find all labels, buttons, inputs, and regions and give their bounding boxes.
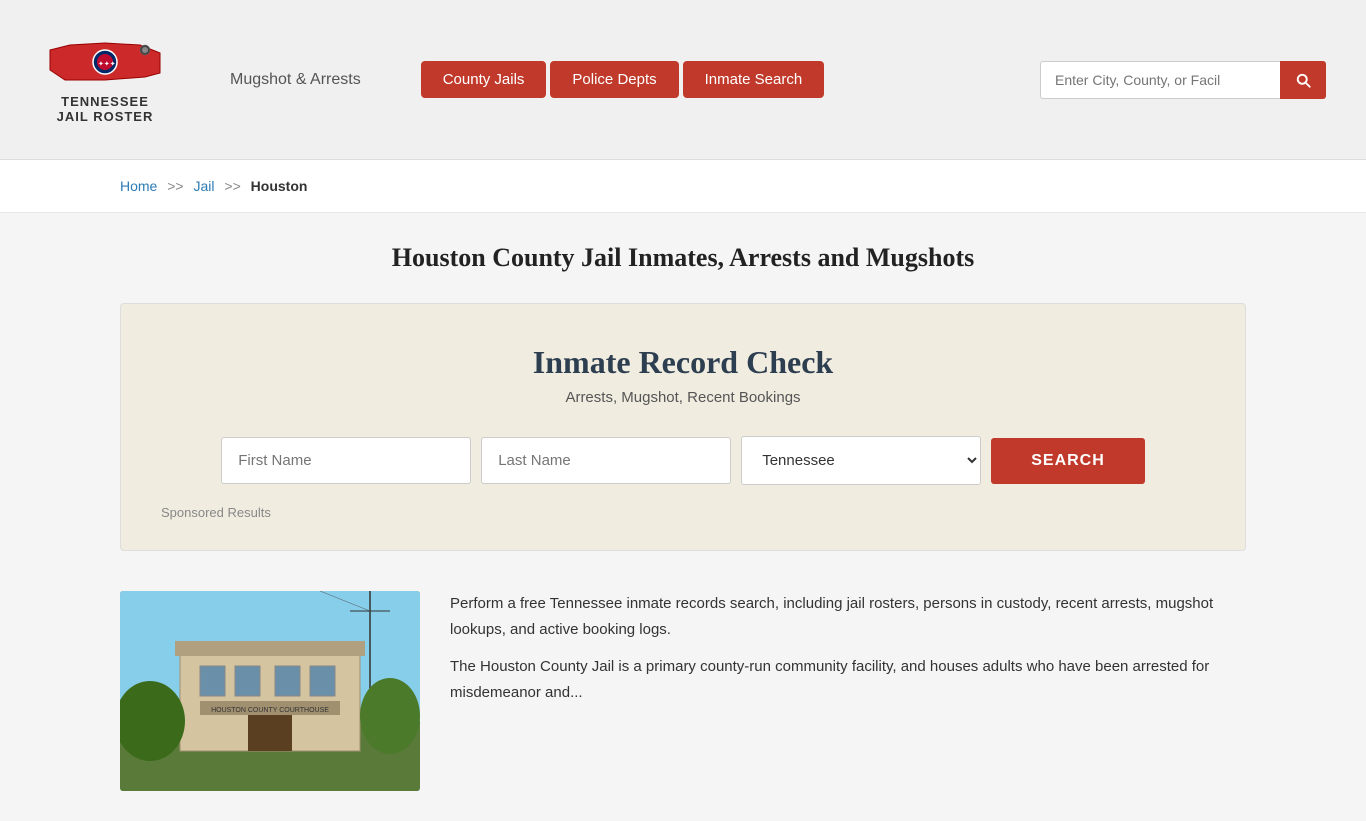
breadcrumb-sep2: >> (224, 178, 240, 194)
record-check-title: Inmate Record Check (161, 344, 1205, 381)
breadcrumb-sep1: >> (167, 178, 183, 194)
county-jails-button[interactable]: County Jails (421, 61, 547, 98)
logo-text: TENNESSEE JAIL ROSTER (57, 94, 154, 124)
header-search-input[interactable] (1040, 61, 1280, 99)
breadcrumb-jail-link[interactable]: Jail (194, 178, 215, 194)
breadcrumb-current: Houston (251, 178, 308, 194)
record-check-subtitle: Arrests, Mugshot, Recent Bookings (161, 389, 1205, 406)
police-depts-button[interactable]: Police Depts (550, 61, 678, 98)
info-text: Perform a free Tennessee inmate records … (450, 591, 1246, 717)
record-check-form: Tennessee Alabama Georgia Kentucky SEARC… (161, 436, 1205, 485)
state-select[interactable]: Tennessee Alabama Georgia Kentucky (741, 436, 981, 485)
header-search-area (1040, 61, 1326, 99)
sponsored-label: Sponsored Results (161, 505, 1205, 520)
site-header: ✦✦✦ TENNESSEE JAIL ROSTER Mugshot & Arre… (0, 0, 1366, 160)
info-section: HOUSTON COUNTY COURTHOUSE Perform a free… (120, 591, 1246, 791)
page-title: Houston County Jail Inmates, Arrests and… (120, 243, 1246, 273)
main-content: Houston County Jail Inmates, Arrests and… (0, 213, 1366, 821)
inmate-search-button[interactable]: Inmate Search (683, 61, 825, 98)
main-nav: County Jails Police Depts Inmate Search (421, 61, 824, 98)
record-check-section: Inmate Record Check Arrests, Mugshot, Re… (120, 303, 1246, 551)
mugshot-arrests-link[interactable]: Mugshot & Arrests (230, 71, 361, 89)
svg-text:✦✦✦: ✦✦✦ (98, 60, 116, 68)
site-logo[interactable]: ✦✦✦ TENNESSEE JAIL ROSTER (40, 35, 170, 124)
breadcrumb-home-link[interactable]: Home (120, 178, 157, 194)
info-paragraph-2: The Houston County Jail is a primary cou… (450, 654, 1246, 705)
search-icon (1294, 71, 1312, 89)
info-paragraph-1: Perform a free Tennessee inmate records … (450, 591, 1246, 642)
breadcrumb: Home >> Jail >> Houston (0, 160, 1366, 213)
record-search-button[interactable]: SEARCH (991, 438, 1145, 484)
first-name-input[interactable] (221, 437, 471, 484)
svg-text:HOUSTON COUNTY COURTHOUSE: HOUSTON COUNTY COURTHOUSE (211, 707, 329, 714)
courthouse-image: HOUSTON COUNTY COURTHOUSE (120, 591, 420, 791)
last-name-input[interactable] (481, 437, 731, 484)
state-map-icon: ✦✦✦ (45, 35, 165, 90)
header-search-button[interactable] (1280, 61, 1326, 99)
courthouse-svg: HOUSTON COUNTY COURTHOUSE (120, 591, 420, 791)
